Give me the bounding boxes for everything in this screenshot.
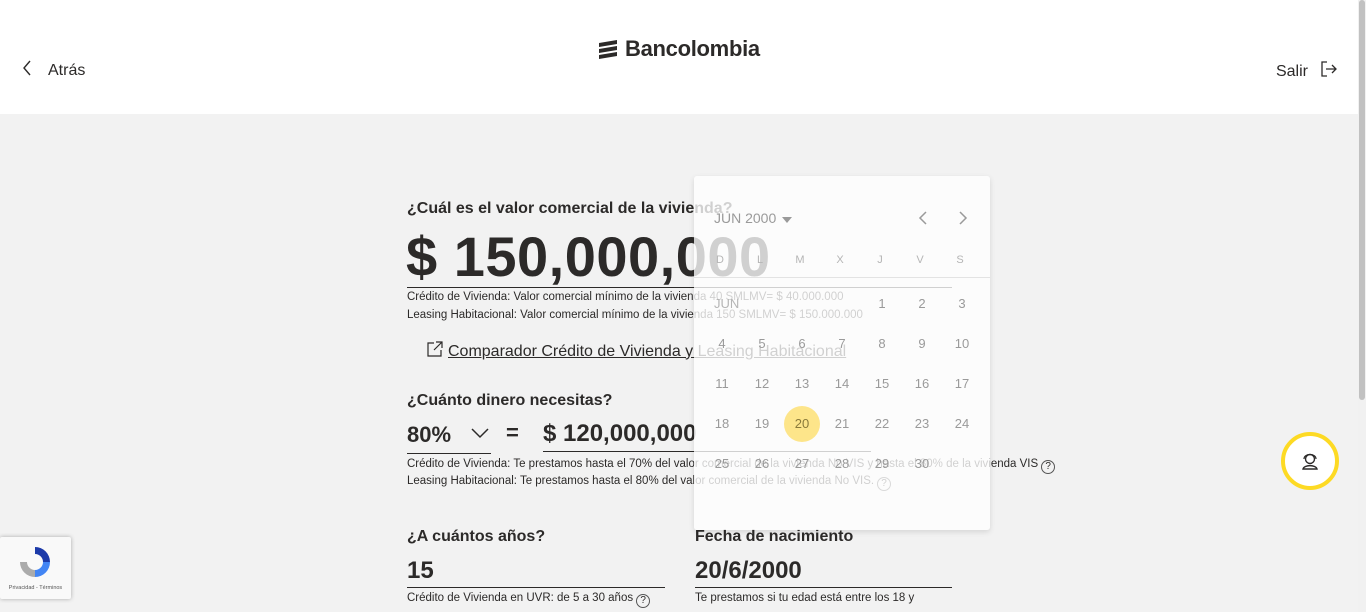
calendar-day[interactable]: 4 — [704, 326, 740, 362]
weekday-label: M — [795, 254, 805, 266]
calendar-day[interactable]: 28 — [824, 446, 860, 482]
calendar-day[interactable]: 5 — [744, 326, 780, 362]
header: Atrás Bancolombia Salir — [0, 0, 1358, 114]
calendar-day[interactable]: 15 — [864, 366, 900, 402]
birthdate-input[interactable]: 20/6/2000 — [695, 557, 802, 585]
assistant-button[interactable] — [1281, 432, 1339, 490]
weekday-label: D — [716, 254, 724, 266]
calendar-day[interactable]: 17 — [944, 366, 980, 402]
chevron-left-icon — [918, 211, 927, 225]
weekday-label: S — [956, 254, 964, 266]
logout-icon — [1320, 60, 1338, 83]
chevron-right-icon — [959, 211, 968, 225]
calendar-day[interactable]: 26 — [744, 446, 780, 482]
loan-percent-underline — [407, 453, 491, 454]
calendar-divider — [694, 277, 990, 278]
calendar-day[interactable]: 19 — [744, 406, 780, 442]
years-input[interactable]: 15 — [407, 557, 434, 585]
recaptcha-footer: Privacidad - Términos — [8, 585, 63, 591]
brand-name: Bancolombia — [625, 36, 760, 61]
weekday-label: J — [877, 254, 883, 266]
birthdate-question: Fecha de nacimiento — [695, 528, 854, 545]
birthdate-note: Te prestamos si tu edad está entre los 1… — [695, 592, 915, 604]
scroll-thumb[interactable] — [1359, 0, 1365, 400]
calendar-day[interactable]: 30 — [904, 446, 940, 482]
calendar-day[interactable]: 18 — [704, 406, 740, 442]
years-underline — [407, 587, 665, 588]
calendar-day[interactable]: 6 — [784, 326, 820, 362]
calendar-day[interactable]: 10 — [944, 326, 980, 362]
years-question: ¿A cuántos años? — [407, 528, 546, 545]
help-icon[interactable]: ? — [1041, 460, 1056, 474]
help-icon[interactable]: ? — [636, 594, 651, 608]
calendar-day[interactable]: 8 — [864, 326, 900, 362]
calendar-day[interactable]: 25 — [704, 446, 740, 482]
bancolombia-logo: Bancolombia — [597, 36, 760, 62]
back-label: Atrás — [48, 61, 86, 79]
calendar-day[interactable]: 2 — [904, 286, 940, 322]
equals-sign: = — [506, 420, 519, 445]
recaptcha-badge[interactable]: Privacidad - Términos — [0, 537, 71, 599]
exit-label: Salir — [1275, 62, 1308, 80]
assistant-icon — [1302, 453, 1318, 470]
previous-month-button[interactable] — [918, 210, 928, 231]
calendar-day[interactable]: 12 — [744, 366, 780, 402]
month-year-select[interactable]: JUN 2000 — [714, 210, 793, 226]
calendar-month-label: JUN — [714, 296, 740, 311]
calendar-day[interactable]: 7 — [824, 326, 860, 362]
calendar-day[interactable]: 14 — [824, 366, 860, 402]
caret-down-icon — [782, 210, 793, 226]
calendar-day[interactable]: 1 — [864, 286, 900, 322]
date-picker: JUN 2000 JUN D L M X J V S 1 2 3 4 5 6 7 8 9 10 11 12 13 14 1… — [694, 176, 990, 530]
years-note-text: Crédito de Vivienda en UVR: de 5 a 30 añ… — [407, 592, 634, 604]
chevron-down-icon[interactable] — [470, 426, 490, 445]
property-value-question: ¿Cuál es el valor comercial de la vivien… — [407, 200, 733, 217]
years-note: Crédito de Vivienda en UVR: de 5 a 30 añ… — [407, 592, 651, 608]
weekday-label: L — [756, 254, 764, 266]
calendar-day[interactable]: 22 — [864, 406, 900, 442]
loan-percent-select[interactable]: 80% — [407, 422, 451, 448]
bancolombia-mark-icon — [599, 40, 617, 59]
loan-amount-value: $ 120,000,000 — [543, 420, 697, 447]
calendar-day[interactable]: 13 — [784, 366, 820, 402]
calendar-day[interactable]: 27 — [784, 446, 820, 482]
calendar-day[interactable]: 23 — [904, 406, 940, 442]
month-year-label: JUN 2000 — [714, 210, 777, 226]
back-button[interactable]: Atrás — [22, 60, 85, 81]
page-scrollbar[interactable] — [1358, 0, 1366, 612]
calendar-day-selected[interactable]: 20 — [784, 406, 820, 442]
birthdate-underline — [695, 587, 952, 588]
calendar-day[interactable]: 3 — [944, 286, 980, 322]
calendar-day[interactable]: 9 — [904, 326, 940, 362]
calendar-day[interactable]: 29 — [864, 446, 900, 482]
calendar-day[interactable]: 16 — [904, 366, 940, 402]
exit-button[interactable]: Salir — [1276, 60, 1338, 83]
next-month-button[interactable] — [958, 210, 968, 231]
calendar-day[interactable]: 24 — [944, 406, 980, 442]
chevron-left-icon — [22, 60, 32, 81]
weekday-label: X — [836, 254, 844, 266]
recaptcha-icon — [20, 547, 50, 577]
loan-question: ¿Cuánto dinero necesitas? — [407, 392, 613, 409]
external-link-icon — [426, 340, 444, 363]
calendar-day[interactable]: 11 — [704, 366, 740, 402]
calendar-day[interactable]: 21 — [824, 406, 860, 442]
weekday-label: V — [916, 254, 924, 266]
